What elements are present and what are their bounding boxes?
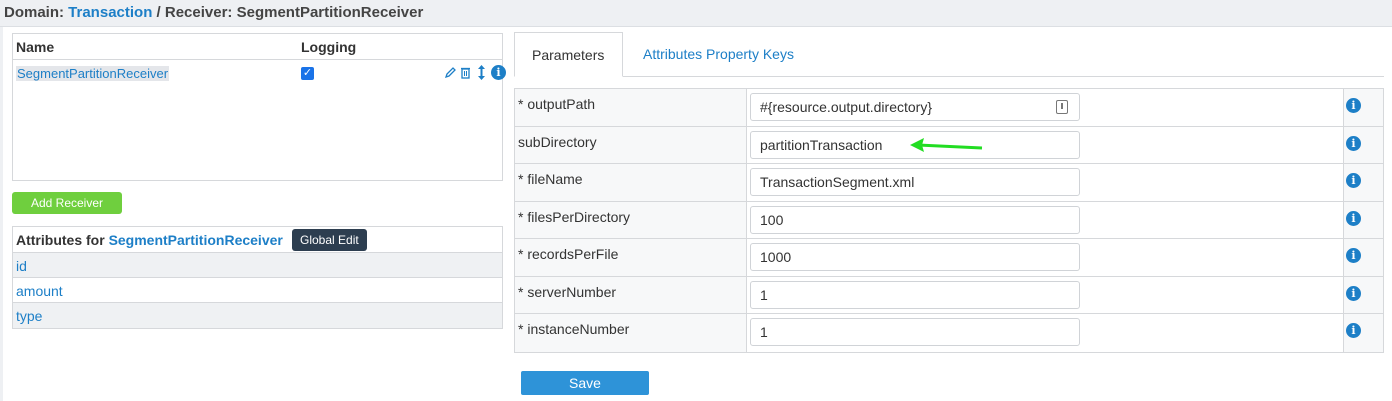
info-icon[interactable]: i (1346, 135, 1361, 151)
file-picker-icon[interactable] (1056, 100, 1068, 114)
receiver-row[interactable]: SegmentPartitionReceiver ✓ i (13, 60, 506, 86)
global-edit-button[interactable]: Global Edit (292, 229, 367, 251)
receiver-name[interactable]: SegmentPartitionReceiver (16, 66, 170, 81)
tab-attributes-property-keys[interactable]: Attributes Property Keys (626, 32, 811, 77)
save-button[interactable]: Save (521, 371, 649, 395)
param-value-cell: partitionTransaction (746, 126, 1344, 163)
up-down-arrow-icon[interactable] (475, 64, 488, 80)
param-row: * fileName TransactionSegment.xml i (515, 164, 1383, 202)
param-label: subDirectory (518, 133, 597, 150)
param-label: * recordsPerFile (518, 246, 619, 262)
breadcrumb-receiver: SegmentPartitionReceiver (236, 4, 424, 21)
attributes-title: Attributes for SegmentPartitionReceiver (16, 232, 283, 248)
param-input[interactable]: #{resource.output.directory} (750, 93, 1080, 121)
param-input[interactable]: 1000 (750, 243, 1080, 271)
param-row: * recordsPerFile 1000 i (515, 239, 1383, 277)
pencil-icon[interactable] (443, 64, 456, 80)
param-value-cell: 1000 (746, 239, 1344, 276)
column-header-logging: Logging (301, 39, 357, 55)
breadcrumb-separator: / Receiver: (152, 4, 237, 21)
param-label: * fileName (518, 171, 583, 187)
parameters-table: * outputPath #{resource.output.directory… (514, 88, 1384, 353)
breadcrumb: Domain: Transaction / Receiver: SegmentP… (4, 4, 423, 21)
param-label: * outputPath (518, 96, 596, 112)
info-icon[interactable]: i (1346, 285, 1361, 301)
param-value-cell: #{resource.output.directory} (746, 89, 1344, 126)
receiver-table: Name Logging SegmentPartitionReceiver ✓ … (12, 33, 506, 181)
green-arrow-annotation (910, 138, 983, 152)
logging-checkbox[interactable]: ✓ (301, 67, 314, 80)
param-value-cell: TransactionSegment.xml (746, 164, 1344, 201)
breadcrumb-domain-link[interactable]: Transaction (68, 4, 152, 21)
info-icon[interactable]: i (1346, 248, 1361, 263)
column-header-name: Name (16, 39, 55, 55)
receiver-actions: i (443, 64, 506, 80)
param-label: * serverNumber (518, 283, 617, 300)
param-value-cell: 100 (746, 201, 1344, 238)
param-input[interactable]: 100 (750, 205, 1080, 234)
param-row: * serverNumber 1 i (515, 276, 1383, 314)
receiver-table-header: Name Logging (13, 34, 502, 60)
left-edge (0, 27, 3, 401)
attributes-title-prefix: Attributes for (16, 232, 109, 248)
info-icon[interactable]: i (1346, 323, 1361, 338)
param-label: * instanceNumber (518, 321, 630, 337)
attributes-header: Attributes for SegmentPartitionReceiver … (13, 227, 502, 253)
attribute-item[interactable]: id (13, 253, 502, 278)
info-icon[interactable]: i (1346, 210, 1361, 226)
tab-bar: Parameters Attributes Property Keys (514, 32, 1384, 77)
param-input[interactable]: 1 (750, 318, 1080, 346)
info-icon[interactable]: i (491, 64, 506, 80)
tab-parameters[interactable]: Parameters (514, 32, 623, 77)
param-value-cell: 1 (746, 314, 1344, 352)
breadcrumb-prefix: Domain: (4, 4, 69, 21)
param-input[interactable]: 1 (750, 280, 1080, 309)
param-row: * outputPath #{resource.output.directory… (515, 89, 1383, 127)
info-icon[interactable]: i (1346, 173, 1361, 188)
param-value-cell: 1 (746, 276, 1344, 313)
trash-icon[interactable] (459, 64, 472, 80)
attributes-panel: Attributes for SegmentPartitionReceiver … (12, 226, 503, 329)
add-receiver-button[interactable]: Add Receiver (12, 192, 122, 214)
info-icon[interactable]: i (1346, 98, 1361, 113)
attribute-item[interactable]: amount (13, 278, 502, 303)
param-row: * filesPerDirectory 100 i (515, 201, 1383, 239)
param-row: * instanceNumber 1 i (515, 314, 1383, 352)
param-input[interactable]: TransactionSegment.xml (750, 168, 1080, 196)
attribute-item[interactable]: type (13, 303, 502, 328)
param-label: * filesPerDirectory (518, 208, 631, 225)
header-bar: Domain: Transaction / Receiver: SegmentP… (0, 0, 1392, 27)
attributes-receiver-link[interactable]: SegmentPartitionReceiver (109, 232, 283, 248)
